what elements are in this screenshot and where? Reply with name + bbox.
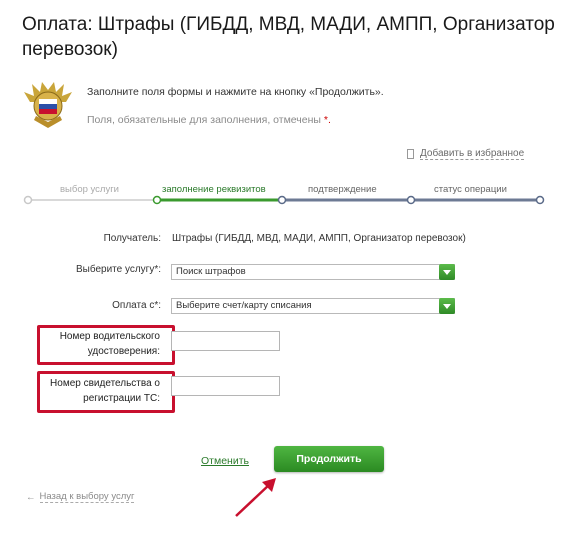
required-fields-note: Поля, обязательные для заполнения, отмеч… xyxy=(87,114,331,126)
step-dot-4 xyxy=(406,195,416,205)
license-number-input[interactable] xyxy=(171,331,280,351)
required-note-text: Поля, обязательные для заполнения, отмеч… xyxy=(87,114,321,126)
favorites-label: Добавить в избранное xyxy=(420,148,525,160)
service-select-value: Поиск штрафов xyxy=(176,266,246,277)
bookmark-icon xyxy=(407,149,414,159)
required-star: *. xyxy=(323,114,331,126)
recipient-value: Штрафы (ГИБДД, МВД, МАДИ, АМПП, Организа… xyxy=(172,233,466,244)
license-label-line1: Номер водительского xyxy=(59,331,160,342)
registration-number-input[interactable] xyxy=(171,376,280,396)
chevron-down-icon[interactable] xyxy=(439,264,455,280)
traffic-police-emblem-icon xyxy=(24,82,72,128)
page-title: Оплата: Штрафы (ГИБДД, МВД, МАДИ, АМПП, … xyxy=(22,14,555,60)
payment-select-value: Выберите счет/карту списания xyxy=(176,300,312,311)
pointer-arrow-icon xyxy=(235,478,276,517)
license-label: Номер водительского удостоверения: xyxy=(40,329,160,359)
step-dot-3 xyxy=(277,195,287,205)
payment-label: Оплата с*: xyxy=(112,300,161,311)
registration-label-line2: регистрации ТС: xyxy=(83,393,160,404)
registration-label-line1: Номер свидетельства о xyxy=(50,378,160,389)
chevron-down-icon[interactable] xyxy=(439,298,455,314)
step-dot-5 xyxy=(535,195,545,205)
back-to-services-link[interactable]: ← Назад к выбору услуг xyxy=(26,491,135,503)
form-instruction: Заполните поля формы и нажмите на кнопку… xyxy=(87,86,384,98)
continue-button[interactable]: Продолжить xyxy=(274,446,384,472)
recipient-label: Получатель: xyxy=(103,233,161,244)
license-label-line2: удостоверения: xyxy=(87,346,160,357)
back-label: Назад к выбору услуг xyxy=(39,491,135,503)
step-dot-1 xyxy=(23,195,33,205)
payment-select[interactable]: Выберите счет/карту списания xyxy=(171,298,455,314)
arrow-left-icon: ← xyxy=(26,491,36,503)
step-dot-2 xyxy=(152,195,162,205)
cancel-link[interactable]: Отменить xyxy=(201,455,249,467)
add-to-favorites-link[interactable]: Добавить в избранное xyxy=(407,148,525,160)
service-select[interactable]: Поиск штрафов xyxy=(171,264,455,280)
step-label-select-service: выбор услуги xyxy=(60,184,119,195)
step-label-operation-status: статус операции xyxy=(434,184,507,195)
service-label: Выберите услугу*: xyxy=(75,264,161,275)
step-label-confirmation: подтверждение xyxy=(308,184,377,195)
registration-label: Номер свидетельства о регистрации ТС: xyxy=(40,376,160,406)
step-label-fill-details: заполнение реквизитов xyxy=(162,184,266,195)
